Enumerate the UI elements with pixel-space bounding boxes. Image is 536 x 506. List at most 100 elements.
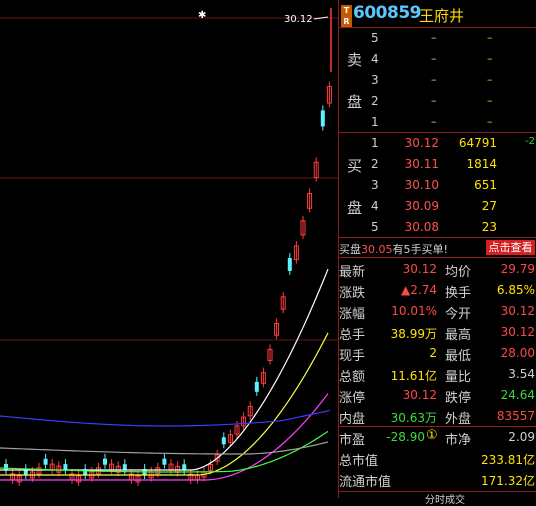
stat-label: 总额 xyxy=(339,370,366,385)
pb-label: 市净 xyxy=(445,433,472,448)
stat-label: 均价 xyxy=(445,265,472,280)
sell-level-price: – xyxy=(431,73,437,86)
stat-value: 24.64 xyxy=(500,388,535,402)
buy-side-label-1: 买 xyxy=(347,157,363,175)
divider xyxy=(339,27,536,28)
stat-label: 量比 xyxy=(445,370,472,385)
stat-label: 外盘 xyxy=(445,412,472,427)
candlestick-chart[interactable]: ✱ 30.12 xyxy=(0,0,338,498)
mcap-label: 总市值 xyxy=(339,454,379,469)
candle-body xyxy=(162,458,167,465)
stat-label: 涨停 xyxy=(339,391,366,406)
stat-value: 30.12 xyxy=(402,262,437,276)
divider xyxy=(339,426,536,427)
stat-value: 11.61亿 xyxy=(390,369,437,383)
stat-label: 现手 xyxy=(339,349,366,364)
stat-label: 跌停 xyxy=(445,391,472,406)
float-mcap-value: 171.32亿 xyxy=(481,474,535,488)
sell-level-number: 5 xyxy=(371,31,379,45)
stat-value: 28.00 xyxy=(500,346,535,360)
buy-level-volume: 651 xyxy=(474,178,497,192)
stock-code: 600859 xyxy=(353,3,421,23)
stat-label: 换手 xyxy=(445,286,472,301)
buy-level-number: 3 xyxy=(371,178,379,192)
stat-value: 30.12 xyxy=(500,325,535,339)
candle-body xyxy=(63,464,68,471)
stat-label: 总手 xyxy=(339,328,366,343)
price-marker-label: 30.12 xyxy=(284,14,313,25)
buy-level-volume: 1814 xyxy=(466,157,497,171)
candle-body xyxy=(4,464,8,470)
stat-label: 今开 xyxy=(445,307,472,322)
pe-info-icon[interactable]: ① xyxy=(426,428,438,443)
buy-level-price: 30.09 xyxy=(404,199,439,213)
view-details-button[interactable]: 点击查看 xyxy=(486,240,535,255)
divider xyxy=(339,257,536,258)
mcap-value: 233.81亿 xyxy=(481,453,535,467)
buy-level-volume: 27 xyxy=(481,199,497,213)
sell-level-volume: – xyxy=(487,94,493,107)
stat-value: 38.99万 xyxy=(390,327,437,341)
sell-level-number: 3 xyxy=(371,73,379,87)
candle-body xyxy=(254,381,259,392)
buy-side-label-2: 盘 xyxy=(347,199,363,217)
notice-prefix: 买盘 xyxy=(339,243,361,256)
buy-level-price: 30.08 xyxy=(404,220,439,234)
notice-price: 30.05 xyxy=(361,243,393,256)
stat-label: 最低 xyxy=(445,349,472,364)
sell-level-volume: – xyxy=(487,31,493,44)
stat-value: 83557 xyxy=(496,409,535,423)
sell-level-number: 2 xyxy=(371,94,379,108)
sell-level-volume: – xyxy=(487,52,493,65)
stat-label: 涨幅 xyxy=(339,307,366,322)
big-order-notice: 买盘30.05有5手买单! xyxy=(339,241,448,257)
candle-body xyxy=(122,464,127,471)
pe-label: 市盈 xyxy=(339,433,366,448)
tab-tick-trades[interactable]: 分时成交 xyxy=(425,491,465,506)
sell-side-label-1: 卖 xyxy=(347,51,363,69)
buy-level-volume: 23 xyxy=(481,220,497,234)
stat-value: 30.12 xyxy=(500,304,535,318)
pe-value: -28.90 xyxy=(386,430,425,444)
buy-level-price: 30.12 xyxy=(404,136,439,150)
stat-value: 30.63万 xyxy=(390,411,437,425)
stock-name: 王府井 xyxy=(419,7,465,25)
stat-value: 29.79 xyxy=(500,262,535,276)
sell-level-price: – xyxy=(431,31,437,44)
sell-level-price: – xyxy=(431,52,437,65)
buy-level-number: 2 xyxy=(371,157,379,171)
pb-value: 2.09 xyxy=(508,430,535,444)
candle-body xyxy=(103,458,107,465)
stat-label: 涨跌 xyxy=(339,286,366,301)
stat-label: 内盘 xyxy=(339,412,366,427)
candle-body xyxy=(221,437,226,445)
sell-level-number: 4 xyxy=(371,52,379,66)
ma60-line xyxy=(0,441,329,455)
candle-body xyxy=(287,257,292,271)
buy-level-number: 5 xyxy=(371,220,379,234)
peak-star-marker: ✱ xyxy=(198,10,207,21)
buy-level-price: 30.10 xyxy=(404,178,439,192)
sell-level-price: – xyxy=(431,115,437,128)
stat-value: 2 xyxy=(429,346,437,360)
divider xyxy=(339,237,536,238)
buy-level-delta: -2 xyxy=(525,136,535,147)
buy-level-number: 1 xyxy=(371,136,379,150)
sell-level-price: – xyxy=(431,94,437,107)
stat-value: ▲2.74 xyxy=(401,283,437,297)
quote-panel: TR 600859 王府井 卖 盘 5 – –4 – –3 – –2 – –1 … xyxy=(338,0,536,506)
stat-label: 最新 xyxy=(339,265,366,280)
float-mcap-label: 流通市值 xyxy=(339,475,392,490)
stat-value: 10.01% xyxy=(391,304,437,318)
sell-level-number: 1 xyxy=(371,115,379,129)
sell-level-volume: – xyxy=(487,115,493,128)
candle-body xyxy=(320,110,325,127)
buy-level-price: 30.11 xyxy=(404,157,439,171)
stat-label: 最高 xyxy=(445,328,472,343)
notice-suffix: 有5手买单! xyxy=(392,243,448,256)
sell-side-label-2: 盘 xyxy=(347,93,363,111)
buy-level-volume: 64791 xyxy=(458,136,497,150)
divider xyxy=(339,132,536,133)
tr-badge[interactable]: TR xyxy=(341,5,352,27)
candle-body xyxy=(43,458,48,465)
